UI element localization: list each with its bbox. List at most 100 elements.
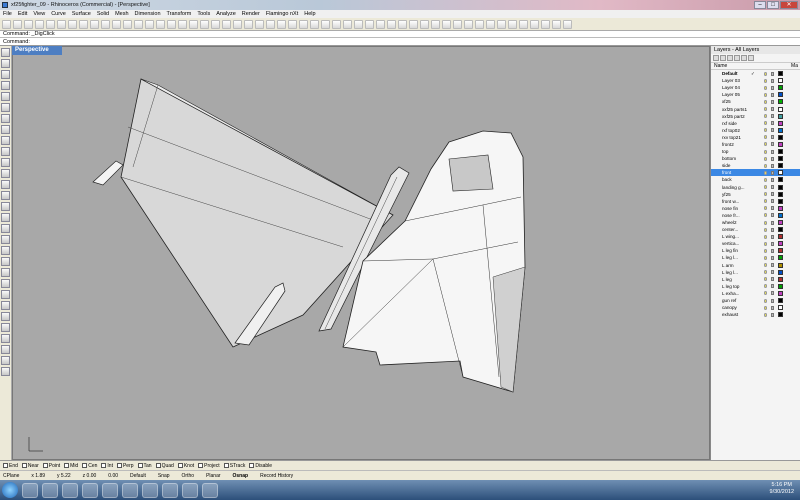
- toolbar-button[interactable]: [321, 19, 330, 29]
- layer-row[interactable]: L leg l...: [711, 269, 800, 276]
- toolbar-button[interactable]: [310, 19, 319, 29]
- layer-lock-icon[interactable]: [771, 305, 774, 310]
- toolbar-button[interactable]: [145, 19, 154, 29]
- checkbox-icon[interactable]: [155, 463, 161, 468]
- toolbar-button[interactable]: [277, 19, 286, 29]
- toolbar-button[interactable]: [112, 19, 121, 29]
- app-icon[interactable]: [182, 482, 198, 498]
- layer-visible-icon[interactable]: [764, 156, 767, 161]
- tool-button[interactable]: [1, 92, 10, 101]
- osnap-checkbox[interactable]: Point: [42, 463, 60, 469]
- firefox-icon[interactable]: [42, 482, 58, 498]
- layer-lock-icon[interactable]: [771, 71, 774, 76]
- layer-row[interactable]: side: [711, 162, 800, 169]
- layer-visible-icon[interactable]: [764, 128, 767, 133]
- toolbar-button[interactable]: [453, 19, 462, 29]
- layer-lock-icon[interactable]: [771, 170, 774, 175]
- toolbar-button[interactable]: [398, 19, 407, 29]
- toolbar-button[interactable]: [442, 19, 451, 29]
- tool-button[interactable]: [1, 257, 10, 266]
- layer-row[interactable]: L arm: [711, 262, 800, 269]
- layer-color-swatch[interactable]: [778, 184, 783, 190]
- layer-row[interactable]: center...: [711, 226, 800, 233]
- tool-button[interactable]: [1, 48, 10, 57]
- osnap-toggle[interactable]: Osnap: [233, 473, 249, 479]
- layer-visible-icon[interactable]: [764, 121, 767, 126]
- layer-lock-icon[interactable]: [771, 85, 774, 90]
- toolbar-button[interactable]: [178, 19, 187, 29]
- layer-visible-icon[interactable]: [764, 291, 767, 296]
- layer-color-swatch[interactable]: [778, 220, 783, 226]
- toolbar-button[interactable]: [541, 19, 550, 29]
- folder-icon[interactable]: [62, 482, 78, 498]
- layer-row[interactable]: rxv top21: [711, 134, 800, 141]
- layer-row[interactable]: Layer 05: [711, 91, 800, 98]
- layer-color-swatch[interactable]: [778, 248, 783, 254]
- move-down-icon[interactable]: [741, 55, 747, 61]
- layer-color-swatch[interactable]: [778, 269, 783, 275]
- checkbox-icon[interactable]: [177, 463, 183, 468]
- toolbar-button[interactable]: [24, 19, 33, 29]
- checkbox-icon[interactable]: [223, 463, 229, 468]
- toolbar-button[interactable]: [266, 19, 275, 29]
- ie-icon[interactable]: [22, 482, 38, 498]
- tool-button[interactable]: [1, 345, 10, 354]
- toolbar-button[interactable]: [365, 19, 374, 29]
- toolbar-button[interactable]: [420, 19, 429, 29]
- layer-color-swatch[interactable]: [778, 227, 783, 233]
- tool-button[interactable]: [1, 202, 10, 211]
- layer-row[interactable]: L leg: [711, 276, 800, 283]
- toolbar-button[interactable]: [189, 19, 198, 29]
- toolbar-button[interactable]: [57, 19, 66, 29]
- layer-row[interactable]: front2: [711, 141, 800, 148]
- checkbox-icon[interactable]: [198, 463, 204, 468]
- layer-lock-icon[interactable]: [771, 234, 774, 239]
- toolbar-button[interactable]: [255, 19, 264, 29]
- layer-lock-icon[interactable]: [771, 270, 774, 275]
- layer-row[interactable]: top: [711, 148, 800, 155]
- layer-color-swatch[interactable]: [778, 298, 783, 304]
- layer-color-swatch[interactable]: [778, 170, 783, 176]
- layer-color-swatch[interactable]: [778, 177, 783, 183]
- layer-color-swatch[interactable]: [778, 312, 783, 318]
- tool-button[interactable]: [1, 235, 10, 244]
- toolbar-button[interactable]: [530, 19, 539, 29]
- current-layer[interactable]: Default: [130, 473, 146, 479]
- layer-row[interactable]: nose fr...: [711, 212, 800, 219]
- toolbar-button[interactable]: [200, 19, 209, 29]
- menu-item[interactable]: File: [3, 11, 12, 17]
- layer-visible-icon[interactable]: [764, 177, 767, 182]
- menu-item[interactable]: Transform: [167, 11, 192, 17]
- toolbar-button[interactable]: [563, 19, 572, 29]
- toolbar-button[interactable]: [464, 19, 473, 29]
- tool-button[interactable]: [1, 323, 10, 332]
- layer-lock-icon[interactable]: [771, 142, 774, 147]
- layer-visible-icon[interactable]: [764, 312, 767, 317]
- toolbar-button[interactable]: [508, 19, 517, 29]
- layer-lock-icon[interactable]: [771, 263, 774, 268]
- layer-lock-icon[interactable]: [771, 99, 774, 104]
- layer-lock-icon[interactable]: [771, 255, 774, 260]
- toolbar-button[interactable]: [343, 19, 352, 29]
- toolbar-button[interactable]: [167, 19, 176, 29]
- toolbar-button[interactable]: [156, 19, 165, 29]
- layer-lock-icon[interactable]: [771, 284, 774, 289]
- toolbar-button[interactable]: [101, 19, 110, 29]
- layer-lock-icon[interactable]: [771, 220, 774, 225]
- layer-visible-icon[interactable]: [764, 241, 767, 246]
- osnap-checkbox[interactable]: Project: [198, 463, 220, 469]
- toolbar-button[interactable]: [13, 19, 22, 29]
- toolbar-button[interactable]: [211, 19, 220, 29]
- menu-item[interactable]: Flamingo nXt: [266, 11, 298, 17]
- record-history-toggle[interactable]: Record History: [260, 473, 293, 479]
- layer-visible-icon[interactable]: [764, 220, 767, 225]
- layer-row[interactable]: front: [711, 169, 800, 177]
- chrome-icon[interactable]: [102, 482, 118, 498]
- layer-row[interactable]: exhaust: [711, 311, 800, 318]
- minimize-button[interactable]: –: [754, 1, 766, 9]
- toolbar-button[interactable]: [68, 19, 77, 29]
- checkbox-icon[interactable]: [116, 463, 122, 468]
- layer-color-swatch[interactable]: [778, 106, 783, 112]
- layer-lock-icon[interactable]: [771, 114, 774, 119]
- layer-lock-icon[interactable]: [771, 206, 774, 211]
